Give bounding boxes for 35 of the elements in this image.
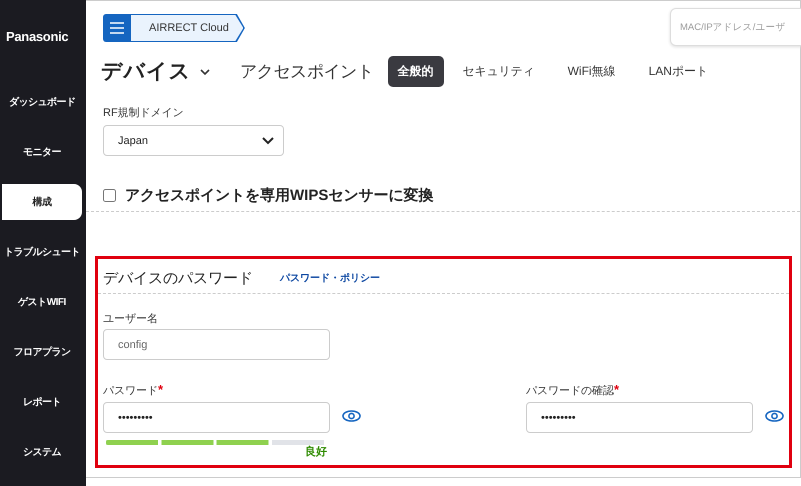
- domain-dropdown[interactable]: Japan: [103, 125, 284, 156]
- sidebar-item[interactable]: トラブルシュート: [2, 234, 82, 270]
- field-label: パスワード*: [103, 382, 164, 398]
- sidebar-item[interactable]: モニター: [2, 134, 82, 170]
- section-subtitle: アクセスポイント: [240, 60, 374, 82]
- field-label: パスワードの確認*: [526, 382, 620, 398]
- chevron-down-icon: [262, 136, 274, 144]
- menu-icon: [110, 22, 124, 34]
- tab[interactable]: LANポート: [638, 56, 718, 86]
- page-title: デバイス: [101, 59, 191, 85]
- field-label: RF規制ドメイン: [103, 106, 185, 120]
- sidebar-item[interactable]: ゲストWIFI: [2, 284, 82, 320]
- policy-link[interactable]: パスワード・ポリシー: [280, 271, 380, 285]
- password-field[interactable]: •••••••••: [103, 402, 330, 433]
- brand-logo: Panasonic: [6, 29, 70, 44]
- field-label: ユーザー名: [103, 312, 159, 326]
- menu-button[interactable]: [103, 14, 131, 42]
- strength-label: 良好: [305, 446, 327, 459]
- search-field[interactable]: MAC/IPアドレス/ユーザ: [670, 8, 801, 46]
- section-heading: デバイスのパスワード: [103, 268, 253, 288]
- checkbox-label: アクセスポイントを専用WIPSセンサーに変換: [125, 186, 434, 204]
- breadcrumb-item[interactable]: AIRRECT Cloud: [131, 14, 245, 42]
- tab[interactable]: WiFi無線: [558, 56, 626, 86]
- eye-icon[interactable]: [342, 410, 361, 422]
- eye-icon[interactable]: [765, 410, 784, 422]
- sidebar-item[interactable]: 構成: [2, 184, 82, 220]
- tab[interactable]: 全般的: [388, 56, 444, 86]
- tab[interactable]: セキュリティ: [452, 56, 545, 86]
- password-field[interactable]: •••••••••: [526, 402, 753, 433]
- sidebar-item[interactable]: フロアプラン: [2, 334, 82, 370]
- sidebar-item[interactable]: レポート: [2, 384, 82, 420]
- sidebar-item[interactable]: ダッシュボード: [2, 84, 82, 120]
- checkbox[interactable]: [103, 188, 116, 202]
- chevron-down-icon[interactable]: [200, 69, 210, 76]
- sidebar-item[interactable]: システム: [2, 434, 82, 470]
